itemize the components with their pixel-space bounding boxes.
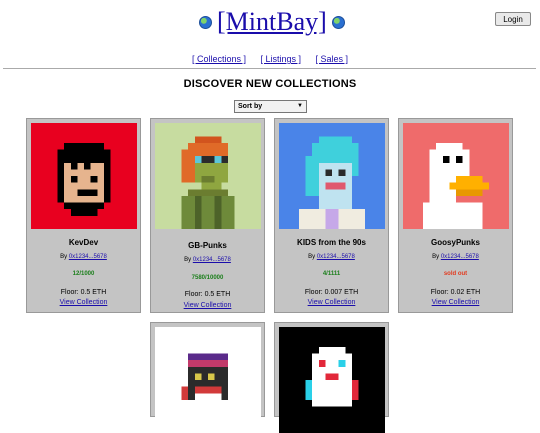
view-collection-link[interactable]: View Collection — [275, 299, 388, 306]
floor-price: Floor: 0.007 ETH — [304, 289, 359, 296]
collection-name: GoosyPunks — [431, 238, 480, 247]
view-collection-link[interactable]: View Collection — [27, 299, 140, 306]
view-collection-link[interactable]: View Collection — [151, 302, 264, 309]
page-title: DISCOVER NEW COLLECTIONS — [183, 78, 357, 90]
owner-address-link[interactable]: 0x1234...5678 — [193, 257, 231, 263]
collection-owner: By 0x1234...5678 — [308, 254, 355, 260]
collection-name: KevDev — [68, 238, 99, 247]
login-button[interactable]: Login — [495, 12, 531, 26]
owner-address-link[interactable]: 0x1234...5678 — [441, 254, 479, 260]
floor-price: Floor: 0.02 ETH — [430, 289, 481, 296]
collection-image[interactable] — [155, 123, 261, 229]
collection-image[interactable] — [279, 123, 385, 229]
mint-count: 4/1111 — [322, 271, 341, 277]
sort-select[interactable]: Sort by ▼ — [234, 100, 307, 113]
chevron-down-icon: ▼ — [297, 103, 303, 109]
collection-image[interactable] — [279, 327, 385, 433]
mint-count: 12/1000 — [72, 271, 95, 277]
main-nav: [ Collections ] [ Listings ] [ Sales ] — [0, 54, 540, 64]
collection-image[interactable] — [155, 327, 261, 433]
floor-price: Floor: 0.5 ETH — [60, 289, 107, 296]
divider — [3, 68, 536, 69]
nav-collections-link[interactable]: [ Collections ] — [192, 54, 246, 64]
mint-count: 7580/10000 — [191, 275, 224, 281]
floor-price: Floor: 0.5 ETH — [184, 291, 231, 298]
sort-label: Sort by — [238, 103, 263, 110]
nav-sales-link[interactable]: [ Sales ] — [316, 54, 349, 64]
collection-card[interactable]: GoosyPunks By 0x1234...5678 sold out Flo… — [398, 118, 513, 313]
owner-address-link[interactable]: 0x1234...5678 — [69, 254, 107, 260]
globe-icon — [199, 15, 212, 29]
view-collection-link[interactable]: View Collection — [399, 299, 512, 306]
collection-image[interactable] — [31, 123, 137, 229]
collection-card[interactable] — [150, 322, 265, 433]
collection-name: GB-Punks — [188, 241, 227, 250]
collection-owner: By 0x1234...5678 — [432, 254, 479, 260]
collection-owner: By 0x1234...5678 — [60, 254, 107, 260]
collection-card[interactable]: KevDev By 0x1234...5678 12/1000 Floor: 0… — [26, 118, 141, 313]
collection-name: KIDS from the 90s — [297, 238, 366, 247]
nav-listings-link[interactable]: [ Listings ] — [260, 54, 301, 64]
collection-image[interactable] — [403, 123, 509, 229]
collection-card[interactable]: KIDS from the 90s By 0x1234...5678 4/111… — [274, 118, 389, 313]
site-logo[interactable]: [MintBay] — [199, 5, 345, 39]
mint-count: sold out — [443, 271, 468, 277]
owner-address-link[interactable]: 0x1234...5678 — [317, 254, 355, 260]
logo-link[interactable]: [MintBay] — [217, 7, 327, 37]
collection-card[interactable] — [274, 322, 389, 433]
globe-icon — [331, 15, 345, 29]
header: [MintBay] Login — [0, 0, 540, 44]
collection-card[interactable]: GB-Punks By 0x1234...5678 7580/10000 Flo… — [150, 118, 265, 313]
collection-owner: By 0x1234...5678 — [184, 257, 231, 263]
